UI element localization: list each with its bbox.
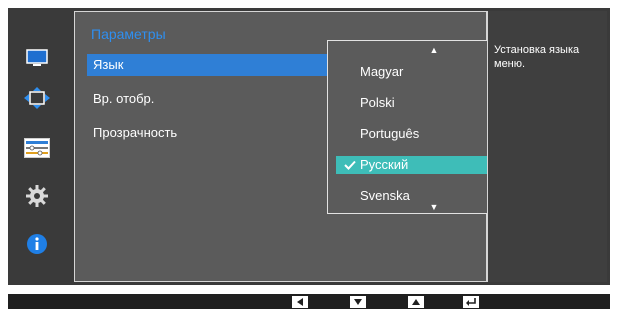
scroll-up-icon[interactable]: ▲ <box>429 45 439 55</box>
category-icons-column <box>8 8 74 285</box>
menu-panel: Параметры Язык Вр. отобр. Прозрачность ▲… <box>74 11 539 282</box>
up-arrow-button[interactable] <box>408 296 424 308</box>
scroll-down-icon[interactable]: ▼ <box>429 202 439 212</box>
info-icon[interactable] <box>22 230 52 258</box>
down-arrow-button[interactable] <box>350 296 366 308</box>
picture-icon[interactable] <box>22 44 52 72</box>
option-label: Magyar <box>360 64 404 79</box>
menu-item-transparency[interactable]: Прозрачность <box>87 122 327 144</box>
menu-title: Параметры <box>91 26 166 42</box>
menu-item-label: Прозрачность <box>93 125 178 140</box>
settings-gear-icon[interactable] <box>22 182 52 210</box>
help-text: Установка языка меню. <box>494 44 580 70</box>
left-arrow-button[interactable] <box>292 296 308 308</box>
option-label: Polski <box>360 95 395 110</box>
enter-button[interactable] <box>463 296 479 308</box>
help-panel: Установка языка меню. <box>487 11 607 282</box>
checkmark-icon <box>344 160 356 170</box>
menu-item-language[interactable]: Язык <box>87 54 327 76</box>
osd-screen: Параметры Язык Вр. отобр. Прозрачность ▲… <box>8 8 610 285</box>
menu-item-display-time[interactable]: Вр. отобр. <box>87 88 327 110</box>
option-label: Português <box>360 126 420 141</box>
option-label: Svenska <box>360 188 410 203</box>
menu-item-label: Вр. отобр. <box>93 91 155 106</box>
control-key-bar <box>8 294 610 309</box>
option-label: Русский <box>360 157 409 172</box>
menu-item-label: Язык <box>93 57 124 72</box>
screen-size-icon[interactable] <box>22 84 52 112</box>
onscreen-display-icon[interactable] <box>22 134 52 162</box>
